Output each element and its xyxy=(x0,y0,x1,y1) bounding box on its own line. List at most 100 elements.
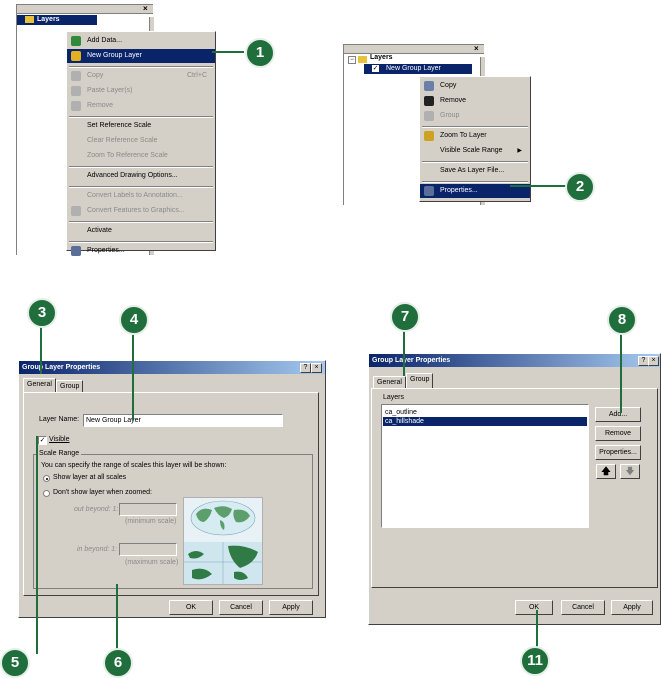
show-all-scales-label[interactable]: Show layer at all scales xyxy=(53,474,126,481)
menu-item-label: Remove xyxy=(440,97,467,104)
out-beyond-label: out beyond: 1: xyxy=(74,506,119,513)
menu-item-visible-scale-range[interactable]: Visible Scale Range ▶ xyxy=(420,144,530,158)
callout-11: 11 xyxy=(520,646,550,676)
menu-separator xyxy=(69,166,213,168)
add-data-icon xyxy=(71,36,81,46)
layer-list-item[interactable]: ca_outline xyxy=(383,408,587,417)
cancel-button[interactable]: Cancel xyxy=(219,600,263,615)
menu-item-save-as-layer-file[interactable]: Save As Layer File... xyxy=(420,164,530,178)
copy-icon xyxy=(424,81,434,91)
leader-line-7 xyxy=(403,326,405,376)
menu-item-set-reference-scale[interactable]: Set Reference Scale xyxy=(67,119,215,133)
callout-8: 8 xyxy=(607,305,637,335)
menu-item-convert-features-to-graphics[interactable]: Convert Features to Graphics... xyxy=(67,204,215,218)
menu-item-label: Convert Features to Graphics... xyxy=(87,207,185,214)
ok-button[interactable]: OK xyxy=(515,600,553,615)
visible-checkbox[interactable]: ✓ xyxy=(38,436,47,445)
leader-line-1 xyxy=(212,51,244,53)
callout-3: 3 xyxy=(27,298,57,328)
toc-child-row[interactable]: ✓ New Group Layer xyxy=(364,64,472,74)
menu-item-label: Convert Labels to Annotation... xyxy=(87,192,183,199)
toc-panel-1-header xyxy=(17,5,153,14)
menu-item-activate[interactable]: Activate xyxy=(67,224,215,238)
toc-panel-2-header xyxy=(344,45,484,54)
callout-2: 2 xyxy=(565,172,595,202)
close-icon[interactable]: × xyxy=(474,45,479,53)
properties-button[interactable]: Properties... xyxy=(595,445,641,460)
menu-item-convert-labels-to-annotation[interactable]: Convert Labels to Annotation... xyxy=(67,189,215,203)
menu-item-properties[interactable]: Properties... xyxy=(67,244,215,258)
menu-item-label: Save As Layer File... xyxy=(440,167,505,174)
callout-7: 7 xyxy=(390,302,420,332)
close-icon[interactable]: × xyxy=(143,5,148,13)
layer-list-item[interactable]: ca_hillshade xyxy=(383,417,587,426)
world-map-illustration xyxy=(184,500,262,584)
scale-range-illustration xyxy=(183,497,263,585)
menu-item-label: Remove xyxy=(87,102,114,109)
menu-item-label: Properties... xyxy=(440,187,478,194)
layers-folder-icon xyxy=(358,56,367,63)
visible-label[interactable]: Visible xyxy=(49,436,70,443)
menu-item-group[interactable]: Group xyxy=(420,109,530,123)
menu-item-copy[interactable]: Copy Ctrl+C xyxy=(67,69,215,83)
remove-button[interactable]: Remove xyxy=(595,426,641,441)
menu-separator xyxy=(69,221,213,223)
leader-line-2 xyxy=(510,185,566,187)
menu-item-advanced-drawing-options[interactable]: Advanced Drawing Options... xyxy=(67,169,215,183)
menu-item-remove[interactable]: Remove xyxy=(420,94,530,108)
leader-line-8 xyxy=(620,331,622,413)
menu-item-label: Set Reference Scale xyxy=(87,122,152,129)
menu-item-add-data[interactable]: Add Data... xyxy=(67,34,215,48)
move-up-button[interactable]: 🡅 xyxy=(596,464,616,479)
leader-line-4 xyxy=(132,331,134,420)
close-icon[interactable]: × xyxy=(311,363,322,373)
menu-item-clear-reference-scale[interactable]: Clear Reference Scale xyxy=(67,134,215,148)
toc-root-label[interactable]: Layers xyxy=(370,54,393,61)
checkbox-checked-icon[interactable]: ✓ xyxy=(372,65,379,72)
leader-line-5 xyxy=(36,436,38,654)
menu-item-zoom-to-layer[interactable]: Zoom To Layer xyxy=(420,129,530,143)
toc-root-row[interactable]: Layers xyxy=(17,15,97,25)
menu-item-new-group-layer[interactable]: New Group Layer xyxy=(67,49,215,63)
scale-description: You can specify the range of scales this… xyxy=(41,462,227,469)
zoom-to-layer-icon xyxy=(424,131,434,141)
add-button[interactable]: Add... xyxy=(595,407,641,422)
apply-button[interactable]: Apply xyxy=(269,600,313,615)
in-beyond-input[interactable] xyxy=(119,543,177,556)
out-beyond-input[interactable] xyxy=(119,503,177,516)
leader-line-6 xyxy=(116,584,118,654)
menu-separator xyxy=(422,181,528,183)
tab-group[interactable]: Group xyxy=(406,373,434,388)
menu-item-zoom-to-reference-scale[interactable]: Zoom To Reference Scale xyxy=(67,149,215,163)
menu-separator xyxy=(422,161,528,163)
menu-item-label: Add Data... xyxy=(87,37,123,44)
menu-item-paste-layer-s[interactable]: Paste Layer(s) xyxy=(67,84,215,98)
menu-item-remove[interactable]: Remove xyxy=(67,99,215,113)
cancel-button[interactable]: Cancel xyxy=(561,600,605,615)
apply-button[interactable]: Apply xyxy=(611,600,653,615)
dont-show-label[interactable]: Don't show layer when zoomed: xyxy=(53,489,152,496)
in-hint-label: (maximum scale) xyxy=(125,559,179,566)
radio-show-all-scales[interactable] xyxy=(43,475,50,482)
callout-5: 5 xyxy=(0,648,30,678)
menu-item-label: Advanced Drawing Options... xyxy=(87,172,178,179)
menu-item-copy[interactable]: Copy xyxy=(420,79,530,93)
group-layer-properties-dialog-group: Group Layer Properties ? × General Group… xyxy=(368,353,661,625)
expand-toggle-icon[interactable]: − xyxy=(348,56,356,64)
close-icon[interactable]: × xyxy=(648,356,659,366)
move-down-button[interactable]: 🡇 xyxy=(620,464,640,479)
tab-general[interactable]: General xyxy=(23,378,56,392)
callout-1: 1 xyxy=(245,38,275,68)
layers-folder-icon xyxy=(25,16,34,23)
paste-icon xyxy=(71,86,81,96)
menu-item-shortcut: Ctrl+C xyxy=(186,72,207,79)
layers-listbox[interactable]: ca_outline ca_hillshade xyxy=(381,404,589,528)
properties-icon xyxy=(71,246,81,256)
convert-features-icon xyxy=(71,206,81,216)
layer-name-input[interactable]: New Group Layer xyxy=(83,414,283,427)
dialog-title-bar: Group Layer Properties xyxy=(19,361,325,374)
help-icon[interactable]: ? xyxy=(300,363,311,373)
menu-separator xyxy=(69,66,213,68)
radio-dont-show[interactable] xyxy=(43,490,50,497)
ok-button[interactable]: OK xyxy=(169,600,213,615)
